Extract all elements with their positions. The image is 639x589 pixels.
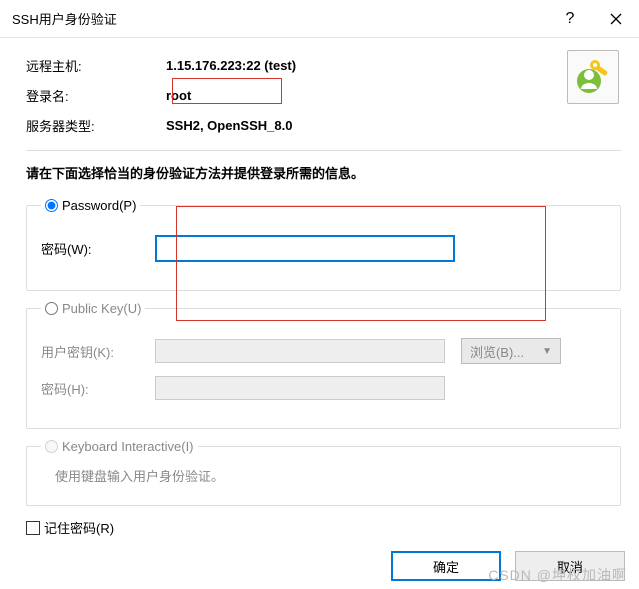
instruction-text: 请在下面选择恰当的身份验证方法并提供登录所需的信息。	[26, 163, 621, 182]
publickey-radio[interactable]	[45, 302, 58, 315]
cancel-button[interactable]: 取消	[515, 551, 625, 581]
chevron-down-icon: ▼	[542, 346, 552, 357]
server-type-label: 服务器类型:	[26, 116, 166, 135]
password-group: Password(P) 密码(W):	[26, 198, 621, 291]
keyboard-group: Keyboard Interactive(I) 使用键盘输入用户身份验证。	[26, 439, 621, 506]
publickey-group: Public Key(U) 用户密钥(K): 浏览(B)... ▼ 密码(H):	[26, 301, 621, 429]
dialog-buttons: 确定 取消	[391, 551, 625, 581]
close-icon	[610, 13, 622, 25]
keyboard-radio	[45, 440, 58, 453]
remember-label: 记住密码(R)	[44, 518, 114, 537]
remember-checkbox[interactable]	[26, 521, 40, 535]
publickey-radio-label[interactable]: Public Key(U)	[45, 301, 141, 316]
remote-host-label: 远程主机:	[26, 56, 166, 75]
separator	[26, 150, 621, 151]
ssh-key-icon	[567, 50, 619, 104]
password-radio-label[interactable]: Password(P)	[45, 198, 136, 213]
server-type-value: SSH2, OpenSSH_8.0	[166, 118, 292, 133]
login-label: 登录名:	[26, 86, 166, 105]
help-button[interactable]: ?	[547, 0, 593, 38]
remember-password[interactable]: 记住密码(R)	[26, 518, 621, 537]
keyboard-hint: 使用键盘输入用户身份验证。	[41, 464, 606, 489]
browse-button[interactable]: 浏览(B)... ▼	[461, 338, 561, 364]
connection-info: 远程主机: 1.15.176.223:22 (test) 登录名: root 服…	[26, 50, 621, 140]
pk-password-label: 密码(H):	[41, 379, 155, 398]
ok-button[interactable]: 确定	[391, 551, 501, 581]
keyboard-radio-label[interactable]: Keyboard Interactive(I)	[45, 439, 194, 454]
login-value: root	[166, 88, 191, 103]
userkey-label: 用户密钥(K):	[41, 342, 155, 361]
remote-host-value: 1.15.176.223:22 (test)	[166, 58, 296, 73]
password-radio[interactable]	[45, 199, 58, 212]
close-button[interactable]	[593, 0, 639, 38]
password-input[interactable]	[155, 235, 455, 262]
userkey-input	[155, 339, 445, 363]
password-field-label: 密码(W):	[41, 239, 155, 258]
pk-password-input	[155, 376, 445, 400]
window-title: SSH用户身份验证	[12, 9, 547, 28]
title-bar: SSH用户身份验证 ?	[0, 0, 639, 38]
